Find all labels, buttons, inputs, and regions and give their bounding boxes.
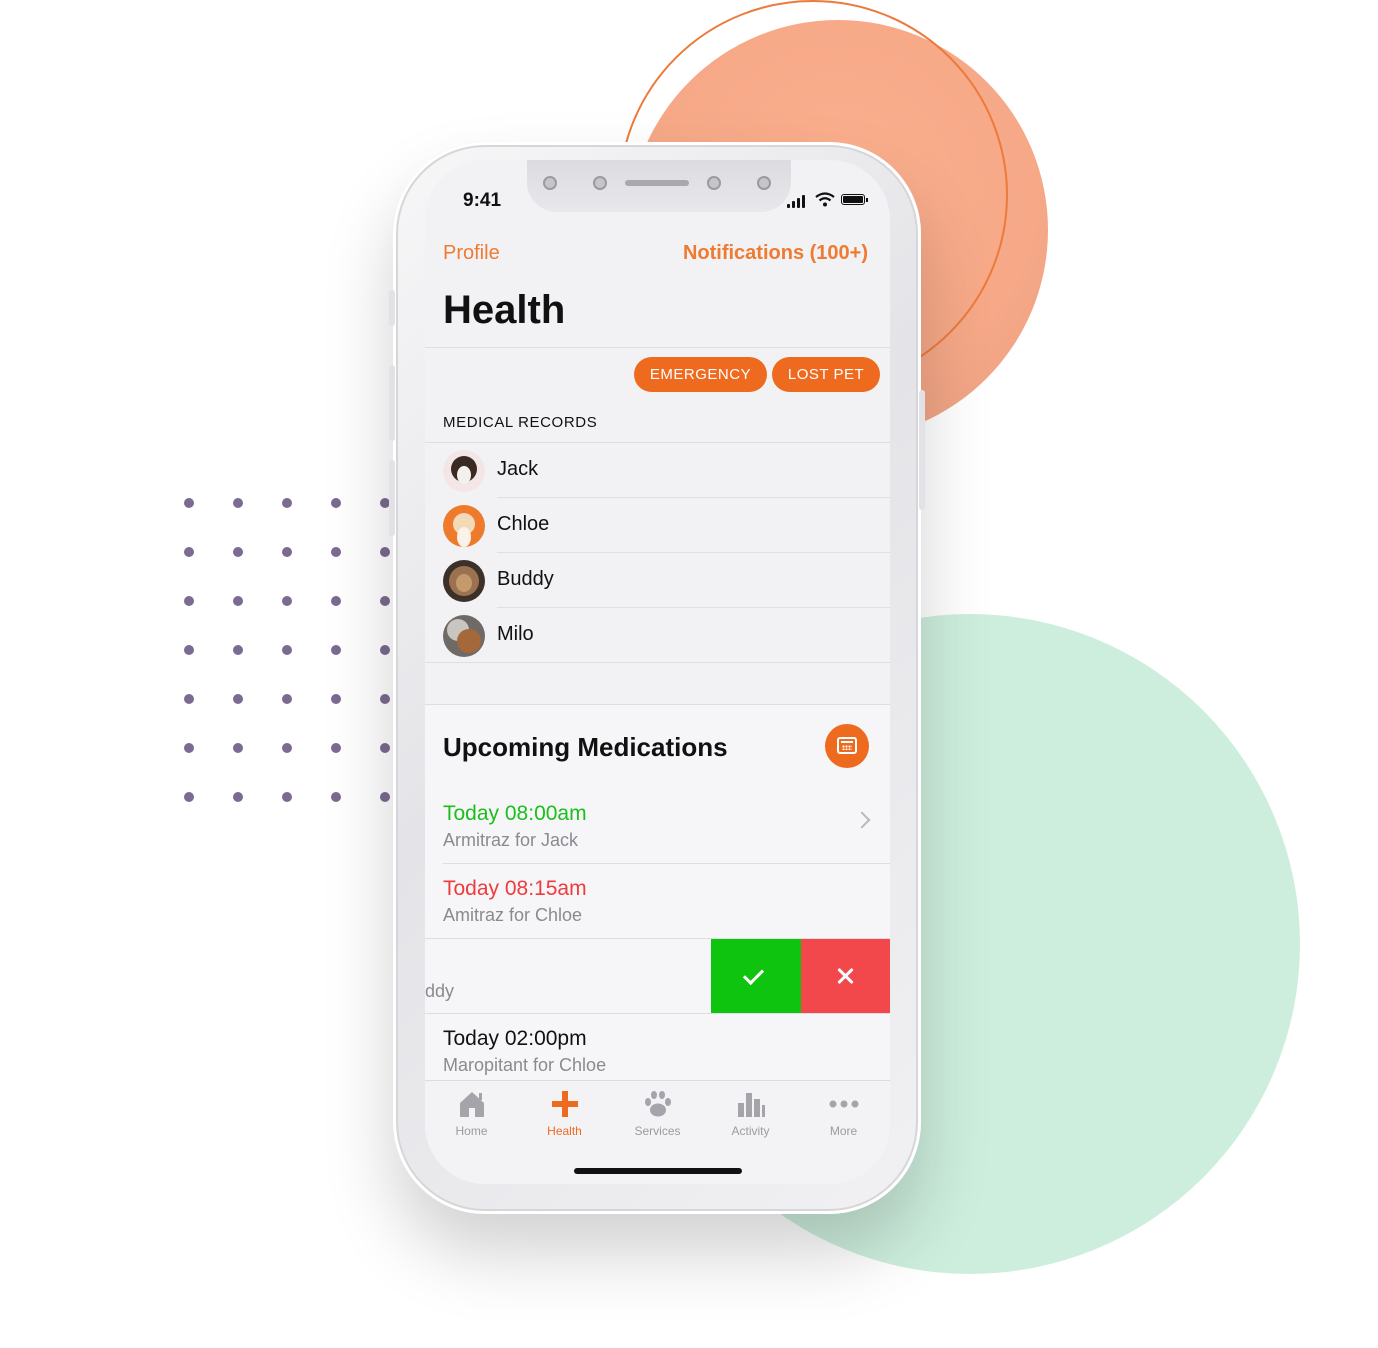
divider [425, 704, 890, 705]
divider [425, 347, 890, 348]
medication-description: Maropitant for Chloe [443, 1055, 607, 1075]
phone-volume-down [389, 460, 395, 536]
page-title: Health [443, 288, 566, 332]
front-camera [707, 176, 721, 190]
profile-link[interactable]: Profile [443, 242, 500, 265]
status-time: 9:41 [463, 190, 502, 211]
dot-grid-decoration [184, 498, 390, 802]
medication-row[interactable]: Today 02:00pm Maropitant for Chloe [425, 1013, 890, 1088]
pet-name: Buddy [497, 568, 554, 590]
record-row-buddy[interactable]: Buddy [425, 553, 890, 608]
sensor-dot [593, 176, 607, 190]
tab-label: More [829, 1124, 858, 1138]
pet-name: Milo [497, 623, 534, 645]
pet-name: Chloe [497, 513, 550, 535]
tab-label: Activity [731, 1124, 770, 1138]
phone-mute-switch [389, 290, 395, 326]
chevron-right-icon [853, 811, 871, 829]
medication-time: Today 02:00pm [443, 1027, 587, 1050]
tab-label: Services [634, 1124, 681, 1138]
health-cross-icon [552, 1091, 578, 1117]
checkmark-icon [742, 963, 765, 986]
bar-chart-icon [738, 1093, 765, 1117]
more-dots-icon [829, 1100, 859, 1108]
wifi-icon [815, 192, 835, 207]
medication-row-swiped[interactable]: ddy [425, 939, 890, 1014]
tab-label: Home [455, 1124, 488, 1138]
medication-row[interactable]: Today 08:15am Amitraz for Chloe [425, 863, 890, 938]
dismiss-button[interactable] [801, 939, 890, 1014]
tab-more[interactable]: More [797, 1081, 890, 1151]
phone-volume-up [389, 365, 395, 441]
pet-avatar [443, 450, 485, 492]
emergency-button[interactable]: EMERGENCY [634, 357, 767, 392]
medical-records-label: MEDICAL RECORDS [443, 414, 598, 431]
earpiece-speaker [625, 180, 689, 186]
medication-description: Armitraz for Jack [443, 830, 579, 850]
pet-avatar [443, 505, 485, 547]
mark-taken-button[interactable] [711, 939, 801, 1014]
notifications-link[interactable]: Notifications (100+) [683, 242, 868, 265]
medication-time: Today 08:15am [443, 877, 587, 900]
tab-activity[interactable]: Activity [704, 1081, 797, 1151]
medication-row[interactable]: Today 08:00am Armitraz for Jack [425, 788, 890, 863]
phone-notch [527, 160, 791, 212]
medications-heading: Upcoming Medications [443, 732, 728, 762]
home-indicator[interactable] [574, 1168, 742, 1174]
record-row-chloe[interactable]: Chloe [425, 498, 890, 553]
tab-health[interactable]: Health [518, 1081, 611, 1151]
tab-home[interactable]: Home [425, 1081, 518, 1151]
lost-pet-button[interactable]: LOST PET [772, 357, 880, 392]
battery-icon [841, 194, 865, 205]
phone-power-button [919, 390, 925, 510]
close-icon [835, 966, 855, 986]
tab-label: Health [547, 1124, 582, 1138]
sensor-dot [757, 176, 771, 190]
record-row-jack[interactable]: Jack [425, 443, 890, 498]
app-screen: 9:41 Profile Notifications (100+) Health… [425, 160, 890, 1184]
pet-avatar [443, 560, 485, 602]
medication-description: Amitraz for Chloe [443, 905, 583, 925]
paw-icon [645, 1091, 671, 1117]
tab-services[interactable]: Services [611, 1081, 704, 1151]
home-icon [460, 1092, 484, 1117]
record-row-milo[interactable]: Milo [425, 608, 890, 663]
calendar-icon [837, 737, 857, 754]
medication-time: Today 08:00am [443, 802, 587, 825]
medication-description: ddy [425, 981, 455, 1001]
sensor-dot [543, 176, 557, 190]
pet-name: Jack [497, 458, 539, 480]
calendar-button[interactable] [825, 724, 869, 768]
pet-avatar [443, 615, 485, 657]
divider [425, 662, 890, 663]
